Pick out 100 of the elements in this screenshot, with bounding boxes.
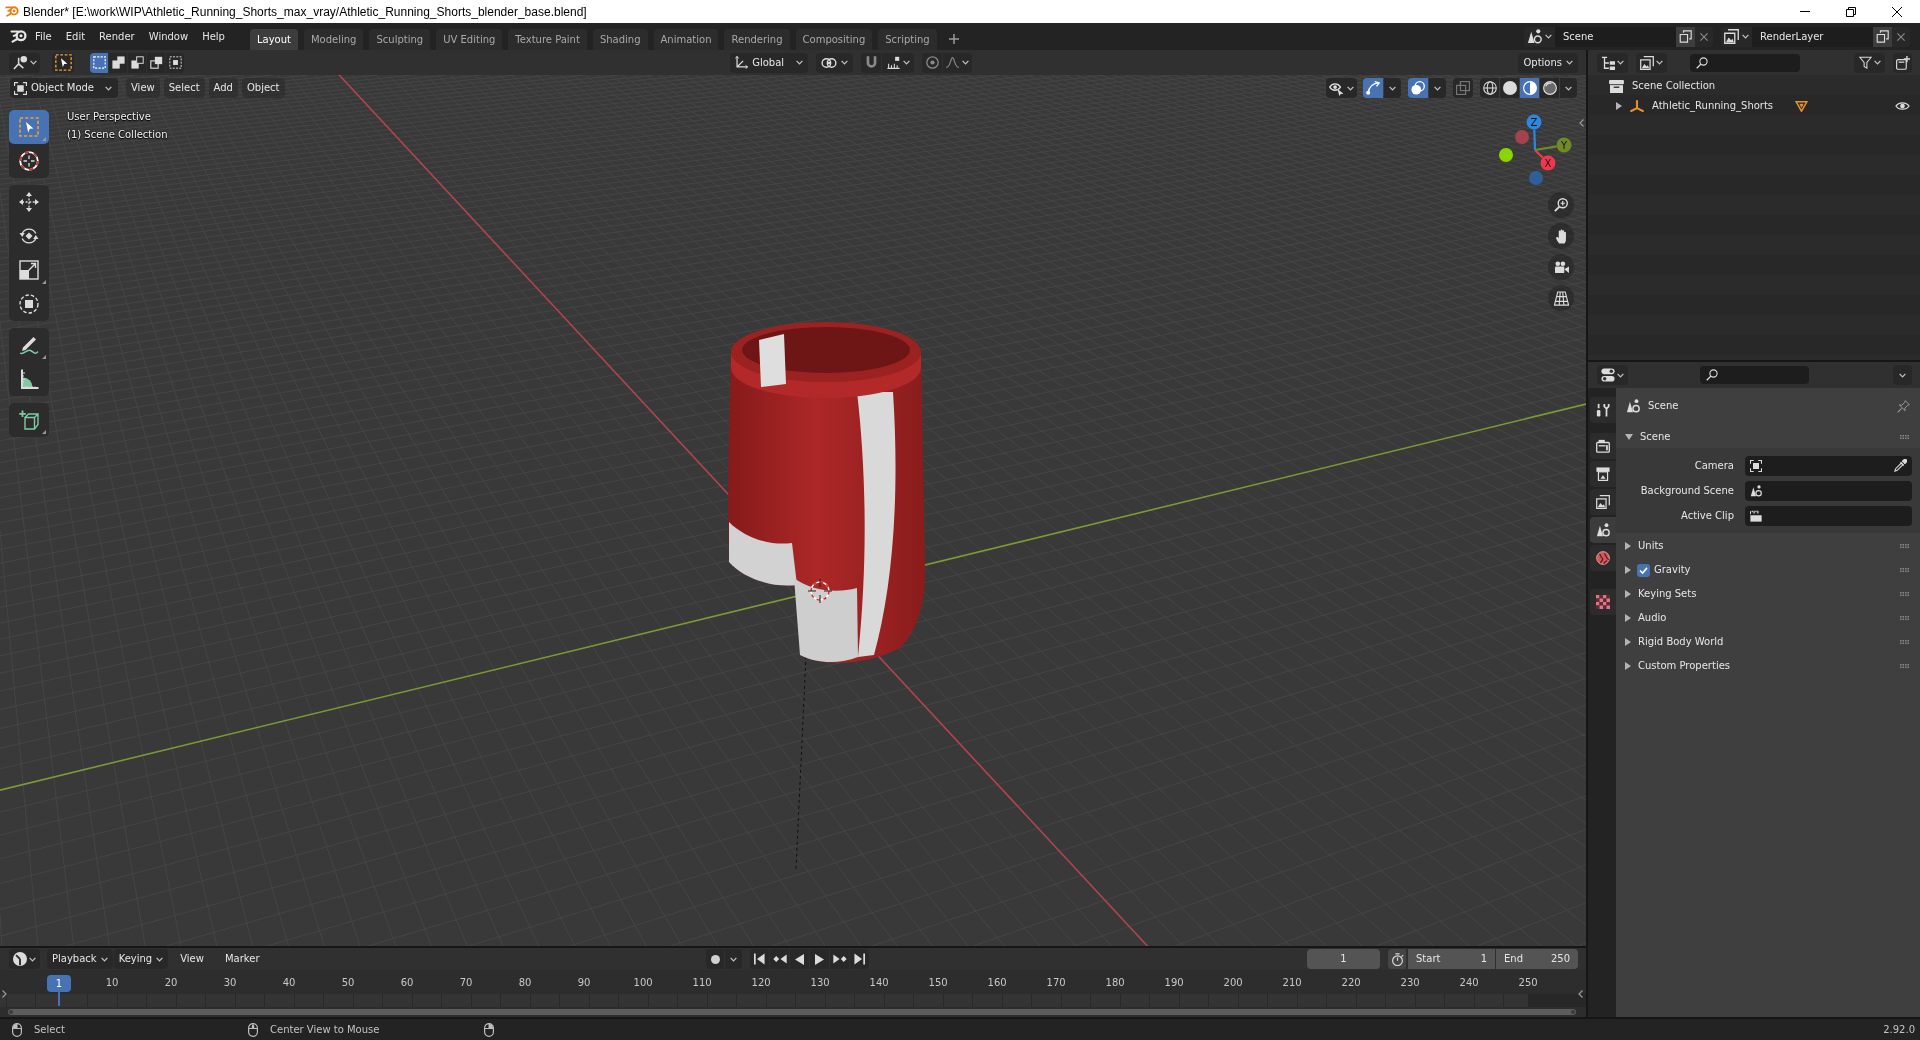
menu-dropdown[interactable]: Keying <box>113 949 169 969</box>
properties-tab[interactable] <box>1590 545 1616 571</box>
tree-item-label[interactable]: Scene Collection <box>1632 80 1716 92</box>
properties-tab[interactable] <box>1590 589 1616 615</box>
workspace-tab[interactable]: Rendering <box>724 29 790 50</box>
workspace-tab[interactable]: Texture Paint <box>508 29 587 50</box>
workspace-tab[interactable]: Sculpting <box>369 29 431 50</box>
selection-mode-button[interactable] <box>166 52 184 73</box>
jump-to-end-button[interactable] <box>850 949 870 969</box>
drag-handle-icon[interactable] <box>1900 664 1909 668</box>
shading-mode-button[interactable] <box>1480 78 1499 98</box>
options-dropdown[interactable]: Options <box>1518 52 1578 73</box>
properties-tab[interactable] <box>1590 433 1616 459</box>
proportional-editing-toggle[interactable] <box>922 52 943 73</box>
jump-to-start-button[interactable] <box>750 949 770 969</box>
scene-browse-button[interactable] <box>1524 26 1555 47</box>
shading-dropdown[interactable] <box>1560 78 1577 98</box>
checkbox[interactable] <box>1637 563 1650 577</box>
workspace-tab[interactable]: UV Editing <box>436 29 503 50</box>
drag-handle-icon[interactable] <box>1900 435 1909 439</box>
axis-ball-icon[interactable] <box>1526 114 1542 130</box>
header-menu[interactable]: View <box>175 949 209 969</box>
pivot-point-dropdown[interactable] <box>816 52 854 73</box>
data-selector-field[interactable] <box>1745 455 1912 476</box>
workspace-tab[interactable]: Animation <box>653 29 719 50</box>
header-menu[interactable]: Object <box>241 78 285 98</box>
workspace-tab[interactable]: Shading <box>592 29 648 50</box>
unlink-button[interactable] <box>1695 26 1713 47</box>
data-selector-field[interactable] <box>1745 505 1912 526</box>
duplicate-button[interactable] <box>1676 26 1695 47</box>
new-collection-button[interactable] <box>1893 52 1912 73</box>
search-field[interactable] <box>1700 366 1809 384</box>
menu-item[interactable]: File <box>28 26 59 47</box>
header-menu[interactable]: Marker <box>219 949 265 969</box>
duplicate-button[interactable] <box>1873 26 1892 47</box>
menu-item[interactable]: Help <box>195 26 232 47</box>
selection-mode-button[interactable] <box>109 52 127 73</box>
snap-target-dropdown[interactable] <box>882 52 915 73</box>
eyedropper-icon[interactable] <box>1894 459 1907 472</box>
pan-view-button[interactable] <box>1548 223 1574 249</box>
drag-handle-icon[interactable] <box>1900 568 1909 572</box>
current-frame-field[interactable]: 1 <box>1307 949 1380 969</box>
gizmo-dropdown[interactable] <box>1384 78 1401 98</box>
xray-toggle[interactable] <box>1453 78 1473 98</box>
properties-tab[interactable] <box>1590 517 1616 543</box>
expand-arrow-icon[interactable] <box>1616 102 1622 110</box>
selection-mode-button[interactable] <box>128 52 146 73</box>
mode-dropdown[interactable]: Object Mode <box>10 78 118 98</box>
properties-tab[interactable] <box>1590 397 1616 423</box>
tree-item-label[interactable]: Athletic_Running_Shorts <box>1652 100 1774 112</box>
menu-item[interactable]: Render <box>92 26 142 47</box>
drag-handle-icon[interactable] <box>1900 616 1909 620</box>
camera-view-button[interactable] <box>1548 254 1574 280</box>
shading-mode-button[interactable] <box>1520 78 1539 98</box>
header-menu[interactable]: View <box>126 78 160 98</box>
selectability-dropdown[interactable] <box>1326 78 1357 98</box>
play-reverse-button[interactable] <box>790 949 810 969</box>
overlay-dropdown[interactable] <box>1429 78 1446 98</box>
options-dropdown[interactable] <box>1893 365 1912 385</box>
shading-mode-button[interactable] <box>1500 78 1519 98</box>
drag-handle-icon[interactable] <box>1900 544 1909 548</box>
search-field[interactable] <box>1690 53 1800 72</box>
preview-range-toggle[interactable] <box>1388 949 1406 969</box>
chevron-left-icon[interactable] <box>1579 119 1584 127</box>
editor-type-button[interactable] <box>9 949 40 969</box>
filter-dropdown[interactable] <box>1854 52 1885 73</box>
selection-mode-button[interactable] <box>147 52 165 73</box>
auto-keying-toggle[interactable] <box>706 949 725 969</box>
pin-icon[interactable] <box>1897 399 1910 413</box>
view-layer-filter-dropdown[interactable] <box>1636 52 1667 73</box>
perspective-toggle-button[interactable] <box>1548 285 1574 311</box>
previous-keyframe-button[interactable] <box>770 949 790 969</box>
eye-icon[interactable] <box>1895 101 1910 111</box>
chevron-right-icon[interactable] <box>2 990 7 998</box>
selection-mode-button[interactable] <box>90 52 108 73</box>
falloff-dropdown[interactable] <box>943 52 973 73</box>
workspace-tab[interactable]: Modeling <box>303 29 364 50</box>
overlay-toggle[interactable] <box>1408 78 1428 98</box>
editor-type-button[interactable] <box>9 52 40 73</box>
auto-keying-dropdown[interactable] <box>725 949 743 969</box>
next-keyframe-button[interactable] <box>830 949 850 969</box>
transform-orientation-dropdown[interactable]: Global <box>730 52 809 73</box>
end-frame-field[interactable]: End 250 <box>1496 949 1578 969</box>
workspace-tab[interactable]: Layout <box>249 29 298 50</box>
current-frame-indicator[interactable]: 1 <box>47 975 71 992</box>
workspace-tab[interactable]: Compositing <box>795 29 873 50</box>
blender-logo-icon[interactable] <box>10 30 27 43</box>
view-layer-name-field[interactable]: RenderLayer <box>1752 26 1873 47</box>
drag-handle-icon[interactable] <box>1900 640 1909 644</box>
start-frame-field[interactable]: Start 1 <box>1408 949 1495 969</box>
unlink-button[interactable] <box>1892 26 1910 47</box>
properties-tab[interactable] <box>1590 489 1616 515</box>
snap-toggle[interactable] <box>861 52 882 73</box>
axis-ball-icon[interactable] <box>1499 148 1513 162</box>
display-mode-dropdown[interactable] <box>1597 52 1628 73</box>
tool-button[interactable] <box>9 403 49 437</box>
menu-dropdown[interactable]: Playback <box>47 949 113 969</box>
header-menu[interactable]: Select <box>163 78 205 98</box>
properties-tab[interactable] <box>1590 461 1616 487</box>
view-layer-browse-button[interactable] <box>1721 26 1752 47</box>
